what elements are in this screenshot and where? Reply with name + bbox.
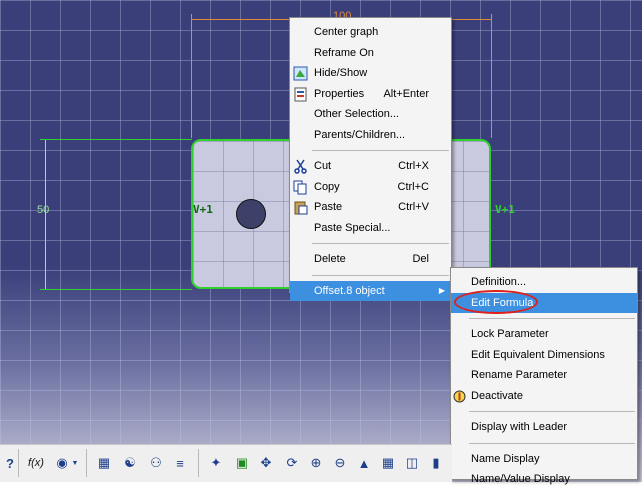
properties-icon — [294, 87, 307, 101]
menu-item-properties[interactable]: Properties Alt+Enter — [290, 84, 451, 105]
scissors-icon — [294, 159, 307, 174]
menu-item-reframe-on[interactable]: Reframe On — [290, 43, 451, 64]
menu-separator — [312, 274, 449, 276]
submenu-arrow-icon: ▶ — [438, 285, 445, 295]
submenu-item-name-value-display[interactable]: Name/Value Display — [451, 469, 637, 490]
submenu-item-lock-parameter[interactable]: Lock Parameter — [451, 324, 637, 345]
multi-view-icon[interactable]: ▦ — [378, 453, 398, 473]
constraint-label-left: V+1 — [193, 203, 213, 216]
menu-item-hide-show[interactable]: Hide/Show — [290, 63, 451, 84]
dim-extension-left — [191, 14, 192, 138]
menu-separator — [469, 442, 635, 444]
sketch-line-bottom — [40, 289, 192, 290]
dim-extension-right — [491, 14, 492, 138]
submenu-item-rename-parameter[interactable]: Rename Parameter — [451, 365, 637, 386]
fit-all-icon[interactable]: ▣ — [232, 453, 252, 473]
clipboard-icon — [294, 201, 308, 215]
sketch-line-top — [40, 139, 192, 140]
submenu-item-display-with-leader[interactable]: Display with Leader — [451, 417, 637, 438]
object-submenu: Definition... Edit Formula Lock Paramete… — [450, 267, 638, 485]
equivalence-icon[interactable]: ≡ — [170, 453, 190, 473]
submenu-item-edit-equivalent[interactable]: Edit Equivalent Dimensions — [451, 345, 637, 366]
sketch-hole-circle[interactable] — [236, 199, 266, 229]
toolbar-separator — [18, 449, 19, 477]
menu-item-object-submenu[interactable]: Offset.8 object ▶ — [290, 280, 451, 301]
fly-icon[interactable]: ✦ — [206, 453, 226, 473]
menu-separator — [312, 150, 449, 151]
menu-item-parents-children[interactable]: Parents/Children... — [290, 125, 451, 146]
dim-height-value[interactable]: 50 — [37, 204, 49, 216]
hide-show-icon — [293, 66, 308, 81]
submenu-item-definition[interactable]: Definition... — [451, 272, 637, 293]
menu-item-cut[interactable]: Cut Ctrl+X — [290, 156, 451, 177]
submenu-item-deactivate[interactable]: Deactivate — [451, 386, 637, 407]
menu-item-paste-special[interactable]: Paste Special... — [290, 218, 451, 239]
shading-icon[interactable]: ▮ — [426, 453, 446, 473]
menu-item-paste[interactable]: Paste Ctrl+V — [290, 197, 451, 218]
zoom-in-icon[interactable]: ⊕ — [306, 453, 326, 473]
menu-separator — [469, 318, 635, 319]
menu-item-delete[interactable]: Delete Del — [290, 249, 451, 270]
knowledge-icon[interactable]: ◉ — [52, 453, 72, 473]
zoom-out-icon[interactable]: ⊖ — [330, 453, 350, 473]
toolbar-separator — [198, 449, 199, 477]
bottom-toolbar: ? f(x) ◉ ▼ ▦ ☯ ⚇ ≡ ✦ ▣ ✥ ⟳ ⊕ ⊖ ▲ ▦ ◫ ▮ — [0, 444, 452, 482]
constraint-label-right: V+1 — [495, 203, 515, 216]
submenu-item-name-display[interactable]: Name Display — [451, 449, 637, 470]
formula-icon[interactable]: f(x) — [24, 453, 48, 473]
normal-view-icon[interactable]: ▲ — [354, 453, 374, 473]
menu-item-copy[interactable]: Copy Ctrl+C — [290, 177, 451, 198]
menu-item-center-graph[interactable]: Center graph — [290, 22, 451, 43]
context-menu: Center graph Reframe On Hide/Show Proper… — [289, 17, 452, 301]
menu-item-other-selection[interactable]: Other Selection... — [290, 104, 451, 125]
menu-separator — [469, 411, 635, 412]
help-icon[interactable]: ? — [0, 453, 20, 473]
rotate-icon[interactable]: ⟳ — [282, 453, 302, 473]
deactivate-icon — [453, 390, 466, 402]
tree-icon[interactable]: ☯ — [120, 453, 140, 473]
menu-separator — [312, 243, 449, 244]
submenu-item-edit-formula[interactable]: Edit Formula — [451, 292, 637, 313]
pan-icon[interactable]: ✥ — [256, 453, 276, 473]
lock-icon[interactable]: ⚇ — [146, 453, 166, 473]
copy-icon — [293, 180, 307, 194]
table-icon[interactable]: ▦ — [94, 453, 114, 473]
dropdown-arrow-icon[interactable]: ▼ — [70, 453, 80, 473]
toolbar-separator — [86, 449, 87, 477]
iso-view-icon[interactable]: ◫ — [402, 453, 422, 473]
